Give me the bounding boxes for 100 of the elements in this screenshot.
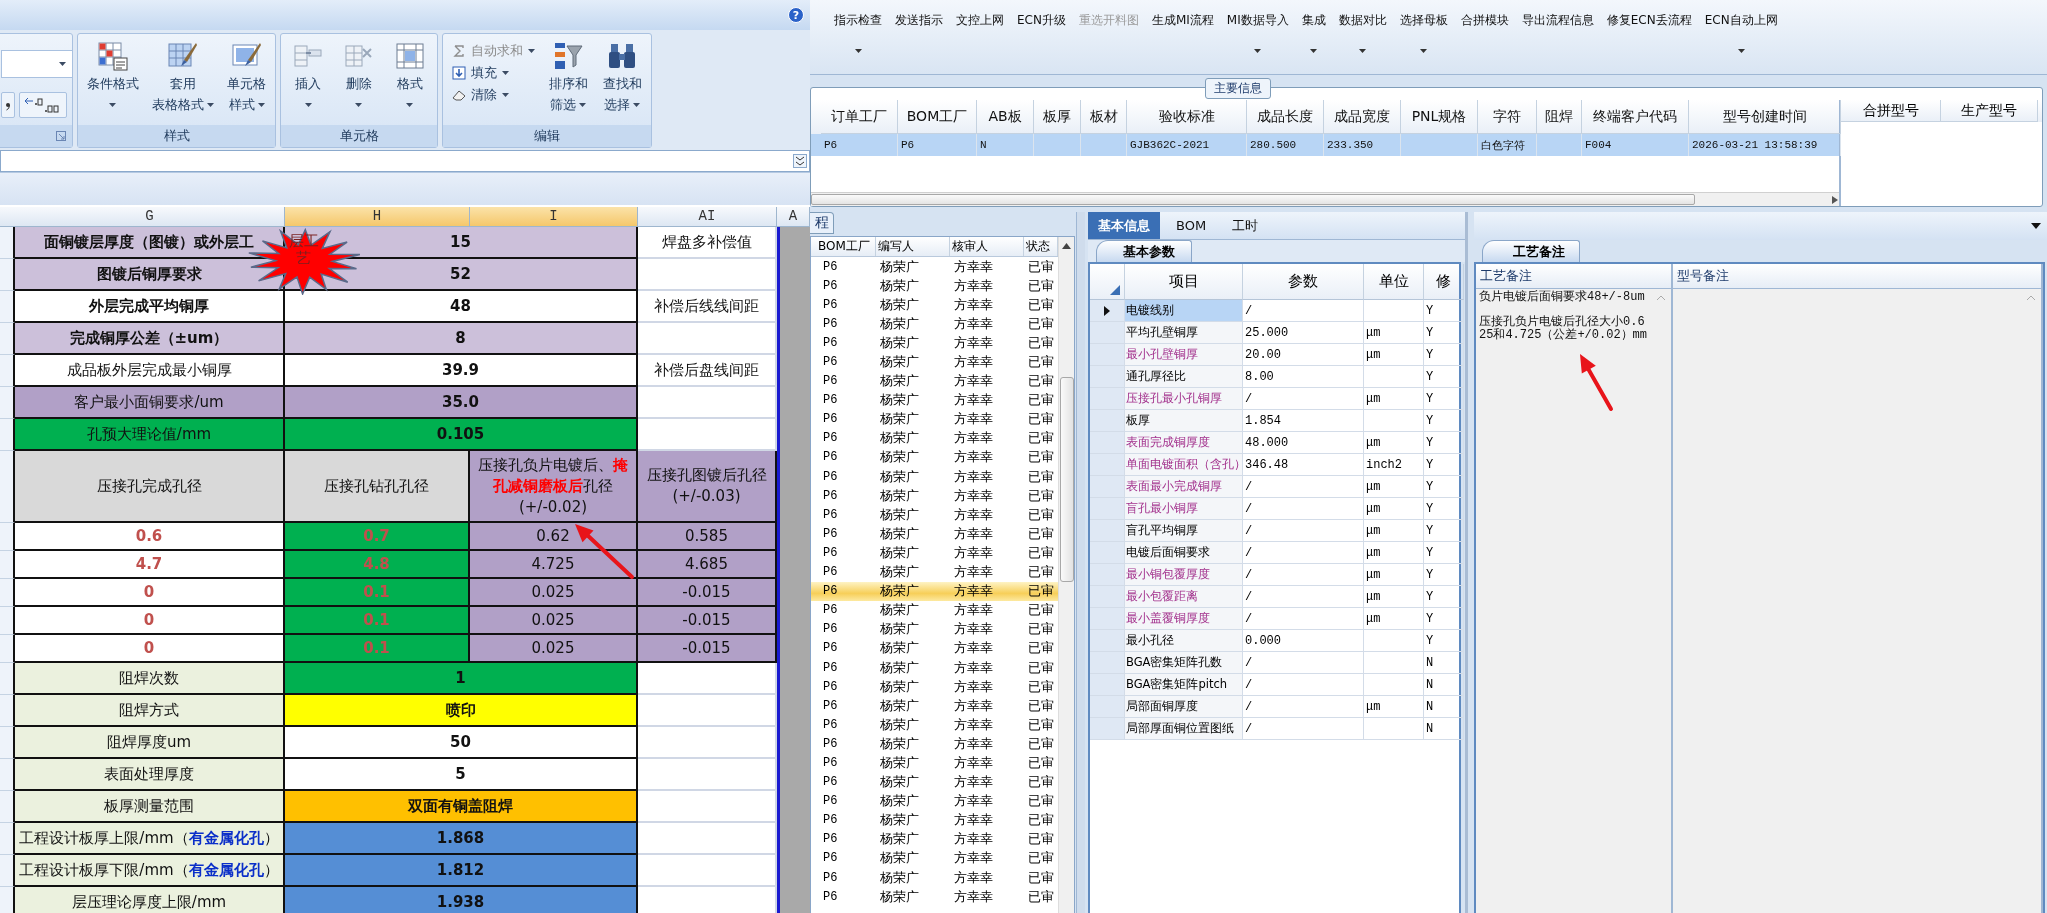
- row-header[interactable]: [0, 823, 15, 855]
- row-header[interactable]: [0, 759, 15, 791]
- list-row[interactable]: P6 杨荣广 方幸幸 已审: [811, 638, 1058, 658]
- list-row[interactable]: P6 杨荣广 方幸幸 已审: [811, 543, 1058, 563]
- toolbar-button[interactable]: 修复ECN丢流程: [1606, 0, 1692, 70]
- tab[interactable]: 程: [810, 212, 834, 234]
- toolbar-button[interactable]: 文控上网: [956, 0, 1004, 70]
- toolbar-button[interactable]: 集成: [1301, 0, 1326, 70]
- column-header[interactable]: BOM工厂: [816, 237, 876, 256]
- ribbon-button[interactable]: 清除: [451, 86, 535, 104]
- list-row[interactable]: P6 杨荣广 方幸幸 已审: [811, 409, 1058, 429]
- row-header[interactable]: [0, 663, 15, 695]
- toolbar-button[interactable]: 数据对比: [1338, 0, 1387, 70]
- table-cell[interactable]: 最小包覆距离: [1125, 586, 1243, 608]
- toolbar-button[interactable]: 指示检查: [834, 0, 882, 70]
- toolbar-button[interactable]: 选择母板: [1399, 0, 1448, 70]
- list-row[interactable]: P6 杨荣广 方幸幸 已审: [811, 581, 1058, 601]
- row-header[interactable]: [0, 579, 15, 607]
- row-header[interactable]: [0, 451, 15, 523]
- table-cell[interactable]: 表面最小完成铜厚: [1125, 476, 1243, 498]
- decimal-button[interactable]: [19, 92, 67, 118]
- table-cell[interactable]: 通孔厚径比: [1125, 366, 1243, 388]
- list-row[interactable]: P6 杨荣广 方幸幸 已审: [811, 772, 1058, 792]
- column-header[interactable]: H: [285, 207, 470, 226]
- column-header[interactable]: 单位: [1364, 264, 1424, 300]
- list-row[interactable]: P6 杨荣广 方幸幸 已审: [811, 447, 1058, 468]
- table-row[interactable]: P6 P6 N GJB362C-2021 280.500 233.350 白色字符 F004 2026-03-21 13:58:39: [811, 134, 1839, 156]
- list-row[interactable]: P6 杨荣广 方幸幸 已审: [811, 657, 1058, 678]
- row-header[interactable]: [0, 695, 15, 727]
- list-row[interactable]: P6 杨荣广 方幸幸 已审: [811, 562, 1058, 582]
- dropdown-field[interactable]: [1, 50, 73, 78]
- row-header[interactable]: [0, 523, 15, 551]
- toolbar-button[interactable]: ECN自动上网: [1704, 0, 1778, 70]
- list-row[interactable]: P6 杨荣广 方幸幸 已审: [811, 390, 1058, 410]
- ribbon-button[interactable]: 查找和 选择: [601, 40, 643, 125]
- row-header[interactable]: [0, 291, 15, 323]
- row-header[interactable]: [0, 791, 15, 823]
- tab[interactable]: BOM: [1166, 212, 1217, 239]
- tab[interactable]: 基本参数: [1096, 240, 1192, 262]
- table-cell[interactable]: 盲孔最小铜厚: [1125, 498, 1243, 520]
- table-cell[interactable]: 电镀后面铜要求: [1125, 542, 1243, 564]
- horizontal-scrollbar[interactable]: [811, 192, 1839, 206]
- list-row[interactable]: P6 杨荣广 方幸幸 已审: [811, 257, 1058, 277]
- table-cell[interactable]: 平均孔壁铜厚: [1125, 322, 1243, 344]
- list-row[interactable]: P6 杨荣广 方幸幸 已审: [811, 276, 1058, 296]
- list-row[interactable]: P6 杨荣广 方幸幸 已审: [811, 848, 1058, 868]
- column-header[interactable]: AI: [638, 207, 777, 226]
- row-header[interactable]: [0, 355, 15, 387]
- table-cell[interactable]: 表面完成铜厚度: [1125, 432, 1243, 454]
- table-cell[interactable]: 最小铜包覆厚度: [1125, 564, 1243, 586]
- row-header[interactable]: [0, 259, 15, 291]
- list-row[interactable]: P6 杨荣广 方幸幸 已审: [811, 333, 1058, 353]
- list-row[interactable]: P6 杨荣广 方幸幸 已审: [811, 505, 1058, 525]
- tab[interactable]: 工艺备注: [1482, 240, 1580, 262]
- list-row[interactable]: P6 杨荣广 方幸幸 已审: [811, 467, 1058, 487]
- ribbon-button[interactable]: 格式: [392, 40, 427, 125]
- toolbar-button[interactable]: MI数据导入: [1226, 0, 1289, 70]
- list-row[interactable]: P6 杨荣广 方幸幸 已审: [811, 486, 1058, 506]
- column-header[interactable]: 生产型号: [1941, 100, 2038, 122]
- ribbon-button[interactable]: 单元格 样式: [226, 40, 268, 125]
- list-row[interactable]: P6 杨荣广 方幸幸 已审: [811, 619, 1058, 639]
- table-cell[interactable]: 压接孔最小孔铜厚: [1125, 388, 1243, 410]
- column-header[interactable]: 参数: [1243, 264, 1364, 300]
- scrollbar-thumb[interactable]: [1059, 377, 1074, 582]
- table-cell[interactable]: 盲孔平均铜厚: [1125, 520, 1243, 542]
- row-header[interactable]: [0, 607, 15, 635]
- list-row[interactable]: P6 杨荣广 方幸幸 已审: [811, 868, 1058, 888]
- table-cell[interactable]: 最小盖覆铜厚度: [1125, 608, 1243, 630]
- table-cell[interactable]: 单面电镀面积（含孔）: [1125, 454, 1243, 476]
- column-header[interactable]: 修: [1424, 264, 1464, 300]
- row-header[interactable]: [0, 551, 15, 579]
- list-row[interactable]: P6 杨荣广 方幸幸 已审: [811, 887, 1058, 907]
- table-cell[interactable]: BGA密集矩阵pitch: [1125, 674, 1243, 696]
- row-header[interactable]: [0, 323, 15, 355]
- table-cell[interactable]: 局部面铜厚度: [1125, 696, 1243, 718]
- list-row[interactable]: P6 杨荣广 方幸幸 已审: [811, 600, 1058, 620]
- column-header[interactable]: 核审人: [950, 237, 1024, 256]
- list-row[interactable]: P6 杨荣广 方幸幸 已审: [811, 295, 1058, 315]
- toolbar-button[interactable]: 合拼模块: [1460, 0, 1509, 70]
- ribbon-button[interactable]: 插入: [291, 40, 326, 125]
- list-row[interactable]: P6 杨荣广 方幸幸 已审: [811, 810, 1058, 830]
- toolbar-button[interactable]: 生成MI流程: [1151, 0, 1214, 70]
- ribbon-button[interactable]: 条件格式: [85, 40, 140, 125]
- ribbon-button[interactable]: 排序和 筛选: [547, 40, 589, 125]
- table-cell[interactable]: 最小孔径: [1125, 630, 1243, 652]
- table-cell[interactable]: 板厚: [1125, 410, 1243, 432]
- column-header[interactable]: 编写人: [876, 237, 950, 256]
- toolbar-button[interactable]: 发送指示: [895, 0, 943, 70]
- list-row[interactable]: P6 杨荣广 方幸幸 已审: [811, 371, 1058, 391]
- formula-bar[interactable]: [0, 150, 810, 172]
- row-header[interactable]: [0, 227, 15, 259]
- row-header[interactable]: [0, 855, 15, 887]
- list-row[interactable]: P6 杨荣广 方幸幸 已审: [811, 677, 1058, 697]
- table-cell[interactable]: BGA密集矩阵孔数: [1125, 652, 1243, 674]
- vertical-scrollbar[interactable]: [1058, 237, 1074, 913]
- table-cell[interactable]: 局部厚面铜位置图纸: [1125, 718, 1243, 740]
- row-header[interactable]: [0, 727, 15, 759]
- list-row[interactable]: P6 杨荣广 方幸幸 已审: [811, 696, 1058, 716]
- ribbon-button[interactable]: 填充: [451, 64, 535, 82]
- tab[interactable]: 基本信息: [1088, 212, 1160, 239]
